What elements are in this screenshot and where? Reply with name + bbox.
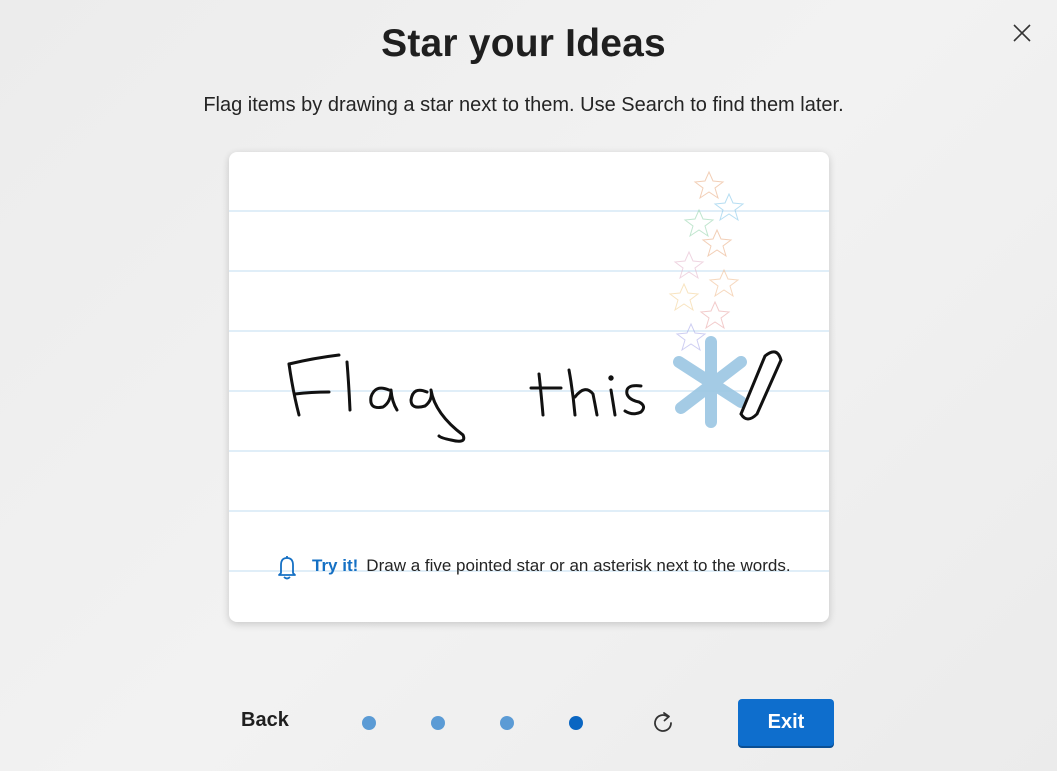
pager-dot-2[interactable] (431, 716, 445, 730)
handwriting-ink (287, 170, 783, 443)
back-button[interactable]: Back (241, 709, 289, 732)
refresh-icon[interactable] (650, 710, 676, 736)
page-subtitle: Flag items by drawing a star next to the… (203, 94, 844, 116)
try-it-tip: Try it! Draw a five pointed star or an as… (275, 554, 795, 580)
pager-dot-1[interactable] (362, 716, 376, 730)
star-ideas-dialog: Star your Ideas Flag items by drawing a … (0, 0, 1057, 771)
demo-card: Try it! Draw a five pointed star or an as… (229, 152, 829, 622)
bell-icon (278, 556, 296, 580)
pen-cursor (739, 350, 783, 421)
page-title: Star your Ideas (381, 22, 666, 65)
tip-text: Draw a five pointed star or an asterisk … (366, 556, 791, 575)
try-it-label: Try it! (312, 556, 359, 575)
pager-dot-4[interactable] (569, 716, 583, 730)
pager-dot-3[interactable] (500, 716, 514, 730)
exit-button[interactable]: Exit (738, 699, 834, 746)
